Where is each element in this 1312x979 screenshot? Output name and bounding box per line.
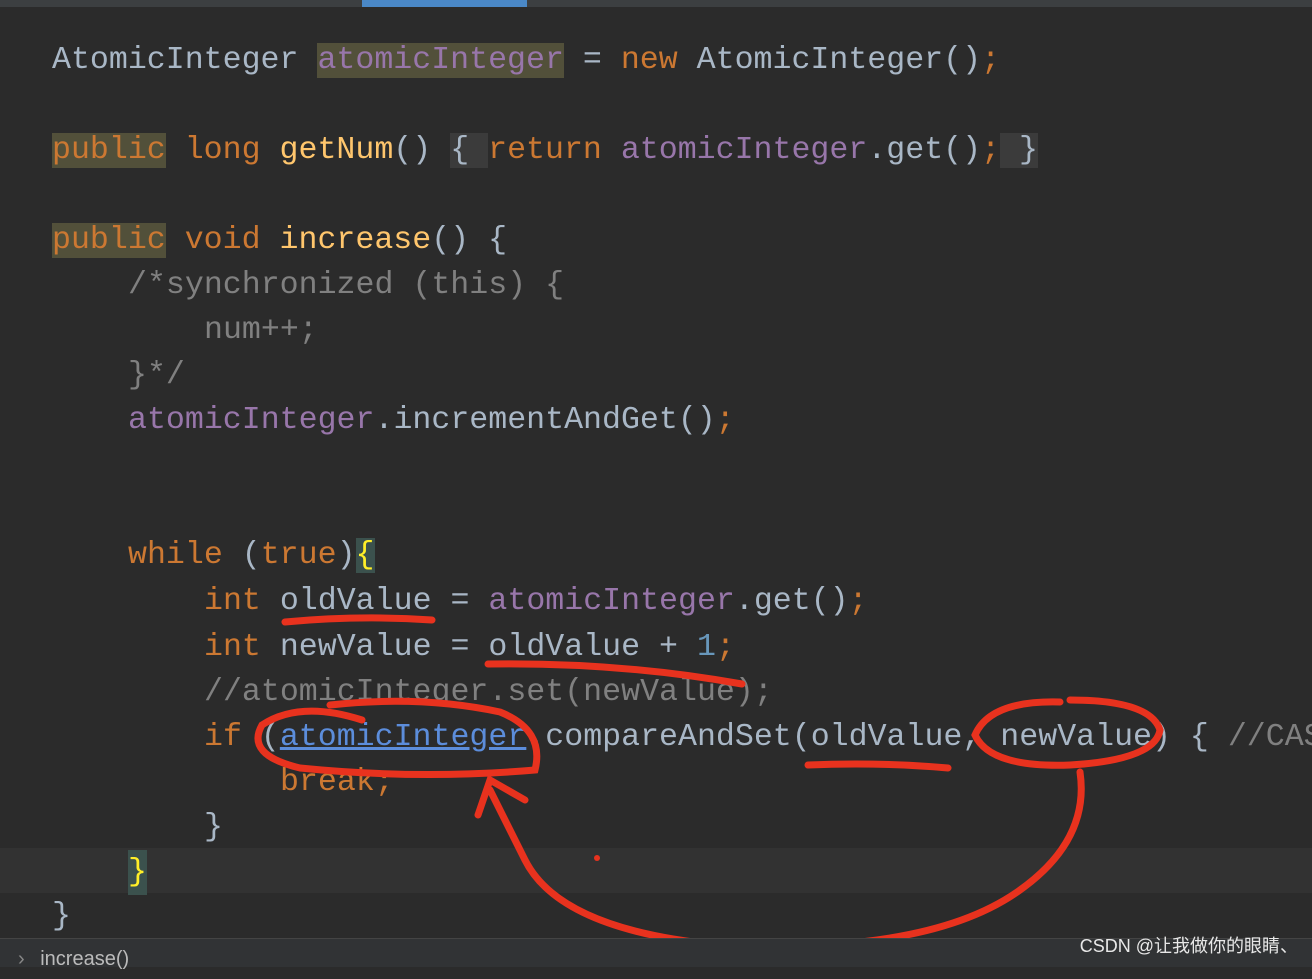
circle-newvalue <box>971 696 1164 769</box>
underline-oldvalue <box>281 614 436 626</box>
breadcrumb-increase[interactable]: increase() <box>40 948 129 970</box>
red-dot <box>594 855 600 861</box>
underline-oldvalue-3 <box>804 760 952 772</box>
circle-atomicinteger <box>254 697 541 779</box>
arrow-curve <box>486 768 1085 950</box>
underline-oldvalue-2 <box>484 660 746 688</box>
watermark: CSDN @让我做你的眼睛、 <box>1079 936 1298 956</box>
red-annotations <box>254 614 1164 950</box>
